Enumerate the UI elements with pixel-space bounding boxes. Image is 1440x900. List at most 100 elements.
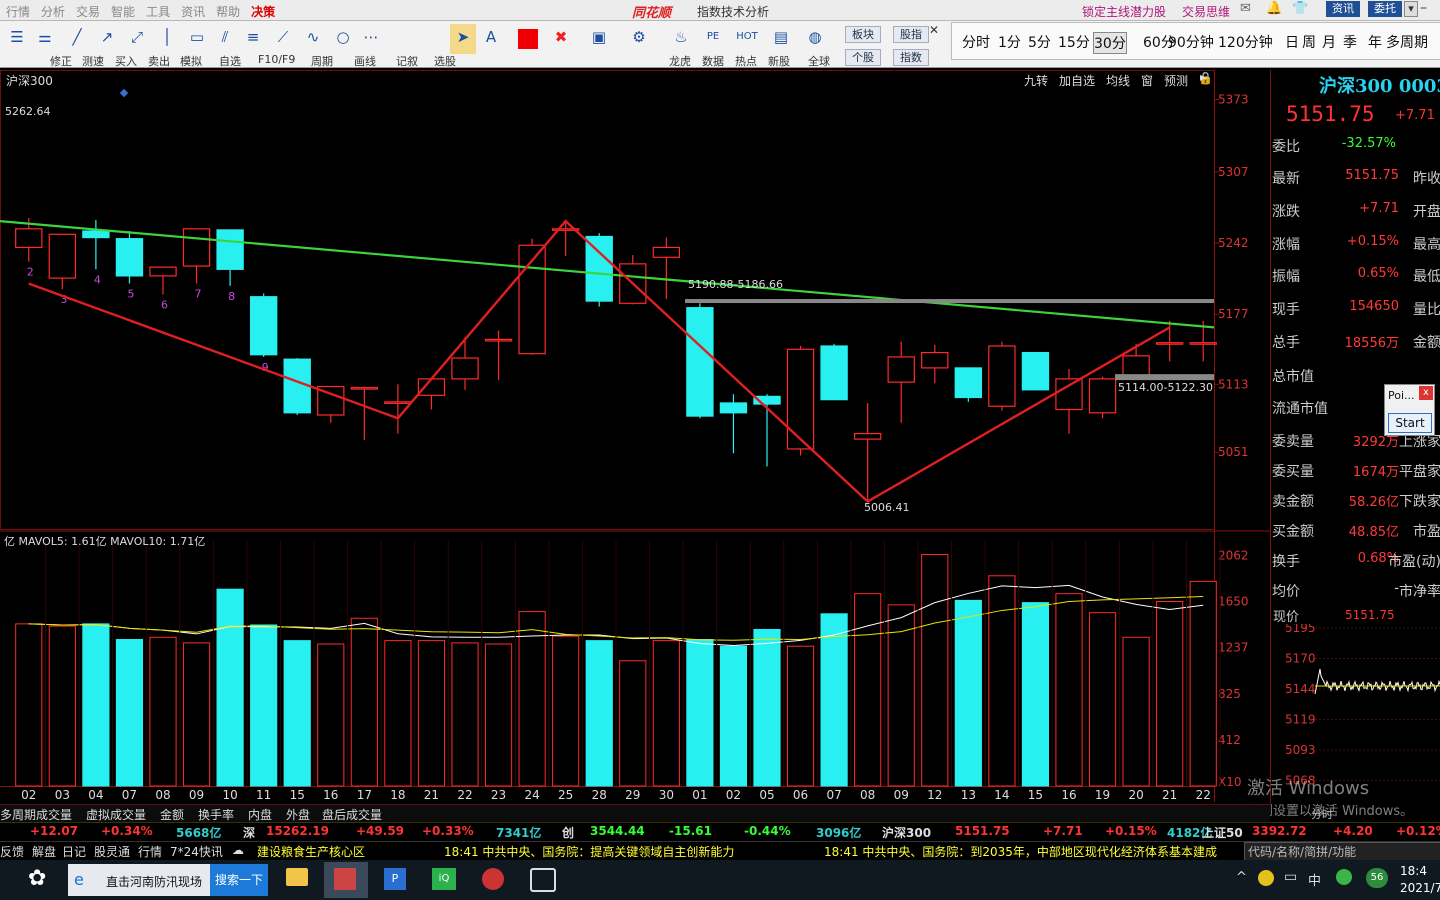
- ticker-item[interactable]: 3392.72: [1252, 824, 1307, 838]
- ime-indicator[interactable]: 中: [1308, 870, 1321, 889]
- pe-icon[interactable]: PE: [700, 24, 726, 54]
- menu-item-1[interactable]: 分析: [41, 3, 65, 20]
- toolbar-label-8[interactable]: 画线: [354, 53, 376, 69]
- chart-btn-0[interactable]: 九转: [1024, 72, 1048, 89]
- clock-date[interactable]: 2021/7: [1400, 881, 1440, 895]
- color-icon[interactable]: [518, 29, 538, 49]
- ticker-item[interactable]: +0.12%: [1396, 824, 1440, 838]
- toolbar-label-0[interactable]: 修正: [50, 53, 72, 69]
- vline-icon[interactable]: │: [154, 24, 180, 54]
- delete-icon[interactable]: ✖: [548, 24, 574, 54]
- ticker-item[interactable]: +12.07: [30, 824, 78, 838]
- toolbar-label-1[interactable]: 测速: [82, 53, 104, 69]
- news-tab-0[interactable]: 反馈: [0, 843, 24, 860]
- ticker-item[interactable]: 15262.19: [266, 824, 329, 838]
- clock-time[interactable]: 18:4: [1400, 864, 1427, 878]
- chart-btn-3[interactable]: 窗: [1141, 72, 1153, 89]
- ticker-item[interactable]: 上证50: [1202, 824, 1243, 841]
- tab-index[interactable]: 指数: [893, 49, 929, 66]
- news-tab-3[interactable]: 股灵通: [94, 843, 130, 860]
- chart-btn-1[interactable]: 加自选: [1059, 72, 1095, 89]
- indicator-tab-1[interactable]: 虚拟成交量: [86, 806, 146, 823]
- cursor-icon[interactable]: ➤: [450, 24, 476, 54]
- search-button[interactable]: 搜索一下: [210, 864, 268, 896]
- chat-icon[interactable]: ☁: [232, 843, 244, 857]
- ticker-item[interactable]: 深: [243, 824, 255, 841]
- period-3[interactable]: 15分: [1058, 32, 1090, 52]
- code-search-input[interactable]: 代码/名称/简拼/功能: [1244, 842, 1440, 861]
- ticker-item[interactable]: +0.34%: [101, 824, 153, 838]
- indicator-tab-3[interactable]: 换手率: [198, 806, 234, 823]
- pan-icon[interactable]: ☰: [4, 24, 30, 54]
- channel-icon[interactable]: ≡: [240, 24, 266, 54]
- toolbar-label-13[interactable]: 热点: [735, 53, 757, 69]
- period-10[interactable]: 月: [1322, 32, 1336, 52]
- period-7[interactable]: 120分钟: [1218, 32, 1273, 52]
- ticker-item[interactable]: 沪深300: [882, 824, 931, 841]
- gann-icon[interactable]: ⟋: [270, 24, 296, 54]
- dragon-icon[interactable]: ♨: [668, 24, 694, 54]
- tonghuashun-icon[interactable]: [334, 868, 356, 890]
- iqiyi-icon[interactable]: iQ: [432, 868, 456, 890]
- indicator-tab-6[interactable]: 盘后成交量: [322, 806, 382, 823]
- menu-item-0[interactable]: 行情: [6, 3, 30, 20]
- period-0[interactable]: 分时: [962, 32, 990, 52]
- toolbar-label-10[interactable]: 选股: [434, 53, 456, 69]
- news-item-1[interactable]: 建设粮食生产核心区: [257, 843, 365, 860]
- tab-futures-index[interactable]: 股指: [893, 26, 929, 43]
- ticker-item[interactable]: +0.33%: [422, 824, 474, 838]
- camera-icon[interactable]: [530, 868, 556, 892]
- toolbar-label-2[interactable]: 买入: [115, 53, 137, 69]
- period-11[interactable]: 季: [1343, 32, 1357, 52]
- shirt-icon[interactable]: 👕: [1292, 1, 1308, 16]
- toolbar-label-7[interactable]: 周期: [311, 53, 333, 69]
- menu-item-2[interactable]: 交易: [76, 3, 100, 20]
- period-8[interactable]: 日: [1285, 32, 1299, 52]
- toolbar-label-6[interactable]: F10/F9: [258, 53, 295, 66]
- promo-link[interactable]: 锁定主线潜力股: [1082, 3, 1166, 20]
- tab-sector[interactable]: 板块: [845, 26, 881, 43]
- toolbar-label-9[interactable]: 记叙: [396, 53, 418, 69]
- newstock-icon[interactable]: ▤: [768, 24, 794, 54]
- period-2[interactable]: 5分: [1028, 32, 1051, 52]
- toolbar-label-11[interactable]: 龙虎: [669, 53, 691, 69]
- start-logo-icon[interactable]: ✿: [28, 866, 46, 891]
- fib-icon[interactable]: ⫽: [212, 24, 238, 54]
- wechat-icon[interactable]: [1336, 869, 1352, 885]
- indicator-tab-2[interactable]: 金额: [160, 806, 184, 823]
- folder-icon[interactable]: [286, 868, 308, 886]
- ticker-item[interactable]: +49.59: [356, 824, 404, 838]
- hot-icon[interactable]: HOT: [734, 24, 760, 54]
- badge-icon[interactable]: 56: [1366, 868, 1388, 888]
- text-icon[interactable]: A: [478, 24, 504, 54]
- network-icon[interactable]: ▭: [1284, 869, 1297, 885]
- indicator-tab-4[interactable]: 内盘: [248, 806, 272, 823]
- period-6[interactable]: 90分钟: [1168, 32, 1214, 52]
- mail-icon[interactable]: ✉: [1240, 1, 1251, 16]
- line-icon[interactable]: ╱: [64, 24, 90, 54]
- more-icon[interactable]: ⋯: [358, 24, 384, 54]
- ticker-item[interactable]: +7.71: [1043, 824, 1083, 838]
- next-page-icon[interactable]: ▸: [1200, 70, 1206, 84]
- period-12[interactable]: 年: [1368, 32, 1382, 52]
- globe-icon[interactable]: ◍: [802, 24, 828, 54]
- word-icon[interactable]: P: [384, 868, 406, 890]
- period-4[interactable]: 30分: [1093, 32, 1127, 54]
- stamp-icon[interactable]: ▣: [586, 24, 612, 54]
- ticker-item[interactable]: -0.44%: [744, 824, 791, 838]
- segment-icon[interactable]: ⤢: [124, 24, 150, 54]
- period-13[interactable]: 多周期: [1386, 32, 1428, 52]
- indicator-tab-0[interactable]: 多周期成交量: [0, 806, 72, 823]
- kline-chart-svg[interactable]: 5373530752425177511350512062165012378254…: [0, 70, 1270, 802]
- ticker-item[interactable]: 创: [562, 824, 574, 841]
- toolbar-label-4[interactable]: 模拟: [180, 53, 202, 69]
- game-icon[interactable]: [482, 868, 504, 890]
- popup-start-button[interactable]: Start: [1388, 413, 1432, 433]
- tray-plus-icon[interactable]: [1258, 870, 1274, 886]
- tray-up-icon[interactable]: ^: [1236, 870, 1247, 885]
- news-tab-4[interactable]: 行情: [138, 843, 162, 860]
- settings-icon[interactable]: ⚙: [626, 24, 652, 54]
- toolbar-close-icon[interactable]: ✕: [929, 23, 939, 37]
- menu-item-6[interactable]: 帮助: [216, 3, 240, 20]
- news-tab-1[interactable]: 解盘: [32, 843, 56, 860]
